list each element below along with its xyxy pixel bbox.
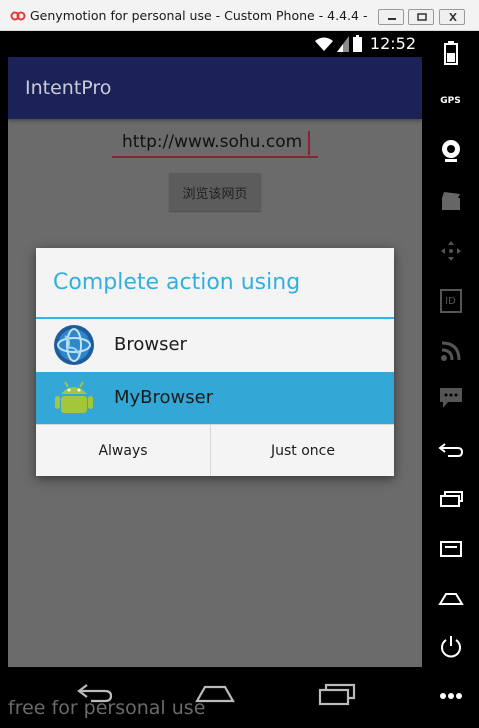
genymotion-logo-icon	[10, 11, 26, 21]
webcam-icon	[441, 140, 460, 162]
sms-icon	[439, 388, 462, 408]
sms-widget-button[interactable]	[422, 378, 479, 418]
app-option-label: Browser	[114, 334, 187, 355]
minimize-button[interactable]	[378, 9, 404, 25]
always-button[interactable]: Always	[36, 425, 211, 476]
maximize-icon	[417, 13, 427, 21]
url-input[interactable]: http://www.sohu.com	[122, 132, 302, 152]
gps-label: GPS	[440, 96, 461, 106]
capture-widget-button[interactable]	[422, 181, 479, 221]
remote-control-button[interactable]	[422, 231, 479, 271]
back-icon	[437, 443, 463, 457]
side-recent-apps-button[interactable]	[422, 479, 479, 519]
remote-control-icon	[440, 241, 461, 261]
recent-apps-icon	[439, 491, 463, 507]
menu-icon	[439, 541, 462, 557]
emulator-side-panel: GPS ID	[422, 31, 479, 728]
power-icon	[440, 636, 461, 658]
android-icon	[55, 381, 93, 413]
window-title: Genymotion for personal use - Custom Pho…	[30, 8, 368, 23]
webcam-widget-button[interactable]	[422, 131, 479, 171]
status-bar: 12:52	[8, 31, 422, 57]
home-icon	[437, 593, 464, 605]
battery-icon	[353, 35, 362, 52]
side-power-button[interactable]	[422, 627, 479, 667]
battery-widget-button[interactable]	[422, 33, 479, 73]
globe-icon	[54, 325, 94, 365]
side-more-button[interactable]	[422, 676, 479, 716]
phone-screen: 12:52 IntentPro http://www.sohu.com 浏览该网…	[8, 31, 422, 667]
dialog-title: Complete action using	[53, 270, 301, 295]
signal-icon	[337, 36, 349, 52]
side-back-button[interactable]	[422, 431, 479, 471]
url-input-underline	[112, 156, 318, 158]
battery-icon	[443, 41, 458, 65]
identifiers-widget-button[interactable]: ID	[422, 281, 479, 321]
rss-widget-button[interactable]	[422, 331, 479, 371]
side-home-button[interactable]	[422, 579, 479, 619]
capture-icon	[441, 192, 460, 210]
identifiers-label: ID	[445, 295, 456, 307]
chooser-dialog: Complete action using Browser MyBrowser …	[36, 248, 394, 476]
status-time: 12:52	[369, 34, 416, 53]
text-cursor	[308, 131, 310, 155]
minimize-icon	[388, 18, 396, 20]
recents-icon[interactable]	[316, 681, 356, 707]
close-button[interactable]	[439, 9, 465, 25]
identifiers-icon: ID	[439, 289, 462, 313]
close-icon	[449, 13, 457, 21]
dialog-button-bar: Always Just once	[36, 424, 394, 476]
watermark-text: free for personal use	[8, 697, 206, 719]
gps-widget-button[interactable]: GPS	[422, 81, 479, 121]
rss-icon	[440, 341, 460, 361]
app-option-browser[interactable]: Browser	[36, 319, 394, 371]
action-bar: IntentPro	[8, 57, 422, 119]
app-title: IntentPro	[25, 77, 112, 99]
app-option-label: MyBrowser	[114, 387, 214, 408]
wifi-icon	[315, 37, 333, 51]
app-option-mybrowser[interactable]: MyBrowser	[36, 372, 394, 424]
window-titlebar: Genymotion for personal use - Custom Pho…	[0, 0, 479, 31]
maximize-button[interactable]	[408, 9, 434, 25]
browse-button[interactable]: 浏览该网页	[169, 173, 261, 211]
more-icon	[439, 693, 462, 699]
side-menu-button[interactable]	[422, 529, 479, 569]
just-once-button[interactable]: Just once	[212, 425, 394, 476]
